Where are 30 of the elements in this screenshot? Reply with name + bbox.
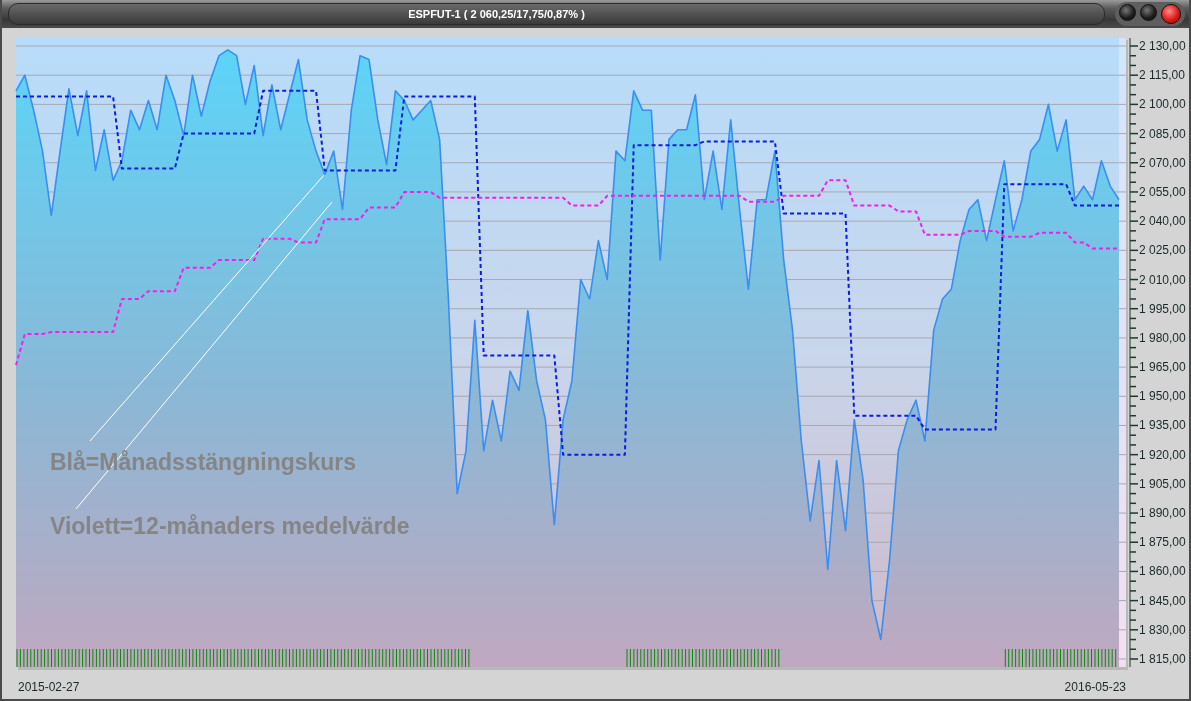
maximize-button[interactable] (1140, 4, 1157, 21)
axis-label: 2 025,00 (1139, 243, 1186, 258)
close-button[interactable] (1161, 4, 1181, 24)
axis-label: 2 115,00 (1139, 68, 1185, 83)
axis-label: 1 875,00 (1139, 535, 1186, 550)
window-title: ESPFUT-1 ( 2 060,25/17,75/0,87% ) (408, 8, 585, 20)
axis-label: 1 935,00 (1139, 418, 1186, 433)
axis-label: 2 130,00 (1139, 39, 1186, 53)
axis-label: 1 950,00 (1139, 389, 1186, 404)
axis-label: 1 905,00 (1139, 476, 1186, 491)
axis-label: 2 040,00 (1139, 214, 1186, 229)
axis-label: 2 055,00 (1139, 184, 1186, 199)
axis-label: 2 085,00 (1139, 126, 1186, 141)
axis-label: 1 965,00 (1139, 360, 1186, 375)
axis-label: 1 980,00 (1139, 330, 1186, 345)
axis-label: 1 830,00 (1139, 622, 1186, 637)
axis-label: 1 890,00 (1139, 506, 1186, 521)
axis-label: 1 845,00 (1139, 593, 1186, 608)
axis-label: 2 100,00 (1139, 97, 1186, 112)
axis-label: 1 815,00 (1139, 652, 1186, 666)
annotation-text: Blå=Månadsstängningskurs (50, 449, 357, 475)
axis-label: 2 070,00 (1139, 155, 1186, 170)
axis-label: 2015-02-27 (18, 680, 80, 694)
axis-label: 2016-05-23 (1064, 680, 1126, 694)
axis-label: 1 995,00 (1139, 301, 1186, 316)
axis-label: 1 860,00 (1139, 564, 1186, 579)
axis-label: 2 010,00 (1139, 272, 1186, 287)
minimize-button[interactable] (1119, 4, 1136, 21)
axis-label: 1 920,00 (1139, 447, 1186, 462)
annotation-text: Violett=12-månaders medelvärde (50, 513, 410, 539)
